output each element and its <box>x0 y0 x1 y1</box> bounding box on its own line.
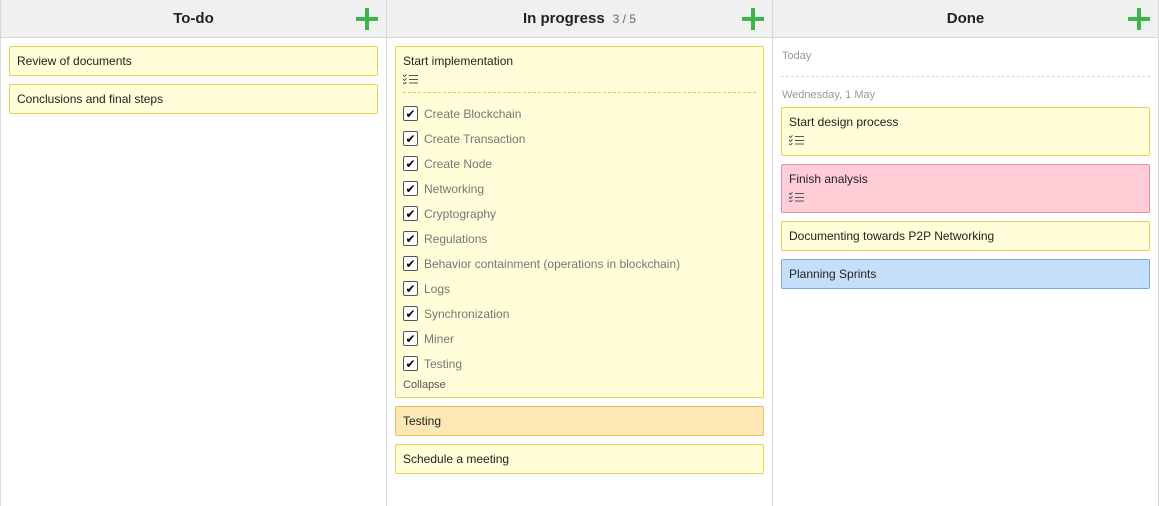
kanban-board: To-do Review of documents Conclusions an… <box>0 0 1159 506</box>
check-icon: ✔ <box>405 131 416 146</box>
add-icon[interactable] <box>1128 8 1150 30</box>
card-title: Review of documents <box>17 54 132 68</box>
checklist-item-label: Networking <box>424 181 485 196</box>
card-title: Documenting towards P2P Networking <box>789 229 995 243</box>
card-title: Testing <box>403 414 442 428</box>
add-icon[interactable] <box>742 8 764 30</box>
checklist-item[interactable]: ✔ Miner <box>403 326 756 351</box>
column-done: Done Today Wednesday, 1 May Start design… <box>773 0 1159 506</box>
collapse-link[interactable]: Collapse <box>403 379 756 391</box>
checklist-item[interactable]: ✔ Regulations <box>403 226 756 251</box>
column-body: Today Wednesday, 1 May Start design proc… <box>773 38 1158 305</box>
task-card[interactable]: Start design process <box>781 107 1150 156</box>
check-icon: ✔ <box>405 106 416 121</box>
checkbox[interactable]: ✔ <box>403 131 418 146</box>
checklist-icon <box>789 192 805 202</box>
checkbox[interactable]: ✔ <box>403 356 418 371</box>
task-card[interactable]: Review of documents <box>9 46 378 76</box>
task-card-expanded[interactable]: Start implementation ✔ Create Blockchain … <box>395 46 764 398</box>
check-icon: ✔ <box>405 306 416 321</box>
checklist-item[interactable]: ✔ Behavior containment (operations in blo… <box>403 251 756 276</box>
checklist-item[interactable]: ✔ Synchronization <box>403 301 756 326</box>
checklist-item[interactable]: ✔ Networking <box>403 176 756 201</box>
column-header: To-do <box>1 0 386 38</box>
column-count: 3 / 5 <box>612 11 637 26</box>
checklist-item-label: Synchronization <box>424 306 510 321</box>
task-card[interactable]: Conclusions and final steps <box>9 84 378 114</box>
checklist-icon <box>403 74 419 84</box>
checklist-item[interactable]: ✔ Logs <box>403 276 756 301</box>
card-title: Schedule a meeting <box>403 452 510 466</box>
checklist-item[interactable]: ✔ Create Transaction <box>403 126 756 151</box>
card-title: Finish analysis <box>789 172 868 186</box>
date-group-label: Today <box>781 46 1150 77</box>
checklist-item-label: Create Node <box>424 156 493 171</box>
checklist-item-label: Create Blockchain <box>424 106 522 121</box>
column-header: In progress 3 / 5 <box>387 0 772 38</box>
checklist-item[interactable]: ✔ Cryptography <box>403 201 756 226</box>
column-title: Done <box>946 10 985 27</box>
task-card[interactable]: Finish analysis <box>781 164 1150 213</box>
task-card[interactable]: Planning Sprints <box>781 259 1150 289</box>
card-title: Planning Sprints <box>789 267 877 281</box>
column-body: Start implementation ✔ Create Blockchain … <box>387 38 772 490</box>
checklist-item-label: Cryptography <box>424 206 497 221</box>
checkbox[interactable]: ✔ <box>403 106 418 121</box>
checkbox[interactable]: ✔ <box>403 331 418 346</box>
divider <box>403 92 756 93</box>
checklist: ✔ Create Blockchain ✔ Create Transaction ✔… <box>403 101 756 376</box>
checklist-item[interactable]: ✔ Create Blockchain <box>403 101 756 126</box>
check-icon: ✔ <box>405 156 416 171</box>
checkbox[interactable]: ✔ <box>403 281 418 296</box>
column-todo: To-do Review of documents Conclusions an… <box>1 0 387 506</box>
check-icon: ✔ <box>405 281 416 296</box>
check-icon: ✔ <box>405 181 416 196</box>
task-card[interactable]: Testing <box>395 406 764 436</box>
column-in-progress: In progress 3 / 5 Start implementation ✔… <box>387 0 773 506</box>
checkbox[interactable]: ✔ <box>403 306 418 321</box>
checklist-item[interactable]: ✔ Testing <box>403 351 756 376</box>
checkbox[interactable]: ✔ <box>403 156 418 171</box>
checkbox[interactable]: ✔ <box>403 231 418 246</box>
check-icon: ✔ <box>405 331 416 346</box>
task-card[interactable]: Documenting towards P2P Networking <box>781 221 1150 251</box>
column-header: Done <box>773 0 1158 38</box>
column-title: In progress <box>522 10 605 27</box>
date-group-label: Wednesday, 1 May <box>782 89 876 101</box>
check-icon: ✔ <box>405 231 416 246</box>
checklist-item[interactable]: ✔ Create Node <box>403 151 756 176</box>
card-title: Start design process <box>789 115 899 129</box>
checklist-item-label: Testing <box>424 356 463 371</box>
checklist-item-label: Miner <box>424 331 455 346</box>
checklist-icon <box>789 135 805 145</box>
column-title: To-do <box>173 10 214 27</box>
card-title: Conclusions and final steps <box>17 92 164 106</box>
checklist-item-label: Logs <box>424 281 451 296</box>
checkbox[interactable]: ✔ <box>403 181 418 196</box>
add-icon[interactable] <box>356 8 378 30</box>
checkbox[interactable]: ✔ <box>403 206 418 221</box>
card-title: Start implementation <box>403 54 514 68</box>
check-icon: ✔ <box>405 206 416 221</box>
checklist-item-label: Create Transaction <box>424 131 526 146</box>
task-card[interactable]: Schedule a meeting <box>395 444 764 474</box>
check-icon: ✔ <box>405 256 416 271</box>
checkbox[interactable]: ✔ <box>403 256 418 271</box>
column-body: Review of documents Conclusions and fina… <box>1 38 386 130</box>
check-icon: ✔ <box>405 356 416 371</box>
checklist-item-label: Regulations <box>424 231 488 246</box>
checklist-item-label: Behavior containment (operations in bloc… <box>424 256 681 271</box>
